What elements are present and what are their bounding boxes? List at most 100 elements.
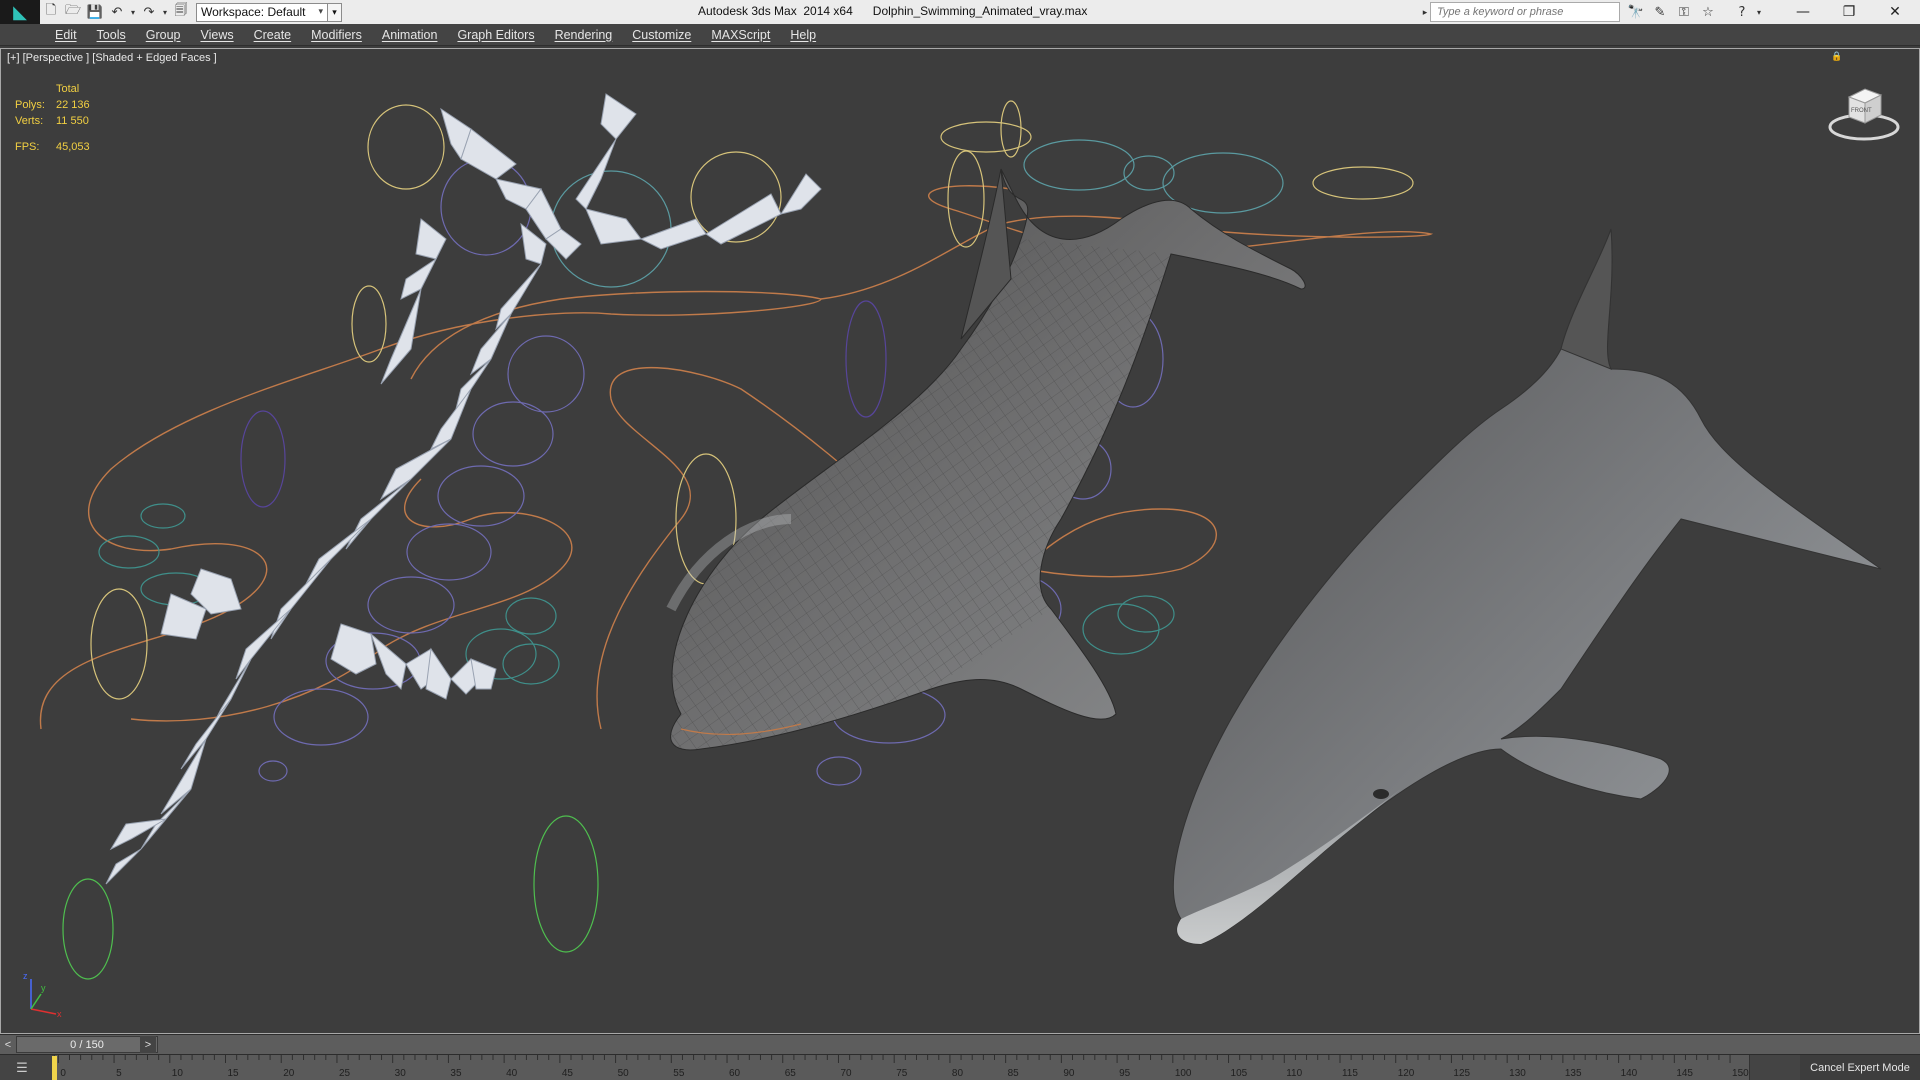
fps-label: FPS: xyxy=(15,141,40,153)
app-logo-icon[interactable]: ◣ xyxy=(0,0,40,24)
workspace-label: Workspace: Default xyxy=(201,5,306,19)
favorites-star-icon[interactable]: ☆ xyxy=(1696,2,1720,22)
undo-dropdown-icon[interactable]: ▾ xyxy=(128,2,138,22)
key-icon[interactable]: ⚿ xyxy=(1672,2,1696,22)
workspace-dropdown[interactable]: Workspace: Default ▾ xyxy=(196,2,328,22)
new-file-icon[interactable]: 🗋 xyxy=(40,2,62,22)
time-slider-label: 0 / 150 xyxy=(70,1038,104,1051)
ruler-tick-label: 35 xyxy=(450,1068,462,1079)
axis-y-label: y xyxy=(41,983,46,993)
file-name: Dolphin_Swimming_Animated_vray.max xyxy=(872,4,1088,18)
menu-modifiers[interactable]: Modifiers xyxy=(311,28,362,42)
ruler-tick-label: 0 xyxy=(60,1068,66,1079)
menu-views[interactable]: Views xyxy=(200,28,233,42)
perspective-viewport[interactable]: z y x [+] [Perspective ] [Shaded + Edged… xyxy=(0,48,1920,1034)
ruler-tick-label: 80 xyxy=(952,1068,964,1079)
communication-center-icon[interactable]: ✎ xyxy=(1648,2,1672,22)
time-slider-thumb[interactable]: 0 / 150 xyxy=(16,1036,158,1053)
ruler-tick-label: 70 xyxy=(840,1068,852,1079)
chevron-down-icon: ▾ xyxy=(318,5,323,16)
ruler-tick-label: 125 xyxy=(1453,1068,1470,1079)
axis-x-label: x xyxy=(57,1009,62,1019)
ruler-tick-label: 110 xyxy=(1286,1068,1302,1079)
app-title: Autodesk 3ds Max 2014 x64 xyxy=(698,4,853,18)
verts-label: Verts: xyxy=(15,115,44,127)
time-slider[interactable]: < 0 / 150 > xyxy=(0,1034,1920,1054)
cancel-expert-mode-button[interactable]: Cancel Expert Mode xyxy=(1800,1055,1920,1080)
menu-maxscript[interactable]: MAXScript xyxy=(711,28,770,42)
title-bar: ◣ 🗋 🗁 💾 ↶ ▾ ↷ ▾ 🗐 Workspace: Default ▾ ▾… xyxy=(0,0,1920,24)
redo-dropdown-icon[interactable]: ▾ xyxy=(160,2,170,22)
menu-edit[interactable]: Edit xyxy=(55,28,77,42)
search-expand-icon[interactable]: ▸ xyxy=(1420,2,1430,22)
menu-help[interactable]: Help xyxy=(790,28,816,42)
menu-rendering[interactable]: Rendering xyxy=(555,28,613,42)
menu-tools[interactable]: Tools xyxy=(97,28,126,42)
menu-graph-editors[interactable]: Graph Editors xyxy=(457,28,534,42)
viewcube[interactable]: FRONT xyxy=(1827,79,1901,143)
axis-z-label: z xyxy=(23,971,28,981)
undo-icon[interactable]: ↶ xyxy=(106,2,128,22)
frame-ruler[interactable]: 0 5 10 15 20 25 30 35 40 45 50 55 60 65 70 75 80 85 90 95 10… xyxy=(54,1055,1750,1080)
binoculars-icon[interactable]: 🔭 xyxy=(1624,2,1648,22)
quick-access-menu-button[interactable]: ▾ xyxy=(328,2,342,22)
open-file-icon[interactable]: 🗁 xyxy=(62,2,84,22)
bone-rig[interactable] xyxy=(105,93,822,885)
window-title: Autodesk 3ds Max 2014 x64 Dolphin_Swimmi… xyxy=(698,4,1087,18)
ruler-tick-label: 65 xyxy=(785,1068,797,1079)
save-icon[interactable]: 💾 xyxy=(84,2,106,22)
project-folder-icon[interactable]: 🗐 xyxy=(170,2,192,22)
restore-button[interactable]: ❐ xyxy=(1826,0,1872,24)
ruler-tick-label: 20 xyxy=(283,1068,295,1079)
redo-icon[interactable]: ↷ xyxy=(138,2,160,22)
ruler-tick-label: 40 xyxy=(506,1068,518,1079)
ruler-tick-label: 150 xyxy=(1732,1068,1749,1079)
ruler-tick-label: 10 xyxy=(172,1068,184,1079)
ruler-tick-label: 55 xyxy=(673,1068,685,1079)
ruler-tick-label: 85 xyxy=(1008,1068,1020,1079)
menu-bar: Edit Tools Group Views Create Modifiers … xyxy=(0,24,1920,46)
menu-customize[interactable]: Customize xyxy=(632,28,691,42)
ruler-tick-label: 100 xyxy=(1175,1068,1192,1079)
ruler-tick-label: 25 xyxy=(339,1068,351,1079)
fps-value: 45,053 xyxy=(56,141,90,153)
ruler-tick-label: 15 xyxy=(228,1068,240,1079)
ruler-tick-label: 75 xyxy=(896,1068,908,1079)
viewport-statistics: Total Polys: 22 136 Verts: 11 550 FPS: 45,0… xyxy=(15,81,90,155)
help-icon[interactable]: ? xyxy=(1730,2,1754,22)
viewport-label-menu[interactable]: [+] [Perspective ] [Shaded + Edged Faces… xyxy=(7,52,217,64)
ruler-tick-label: 60 xyxy=(729,1068,741,1079)
ruler-tick-label: 140 xyxy=(1621,1068,1638,1079)
ruler-tick-label: 45 xyxy=(562,1068,574,1079)
ruler-tick-label: 105 xyxy=(1231,1068,1248,1079)
track-bar: ☰ 0 5 10 15 20 25 30 35 40 45 50 55 60 65 70 75 80 85 90 95… xyxy=(0,1054,1920,1080)
world-axis-tripod: z y x xyxy=(23,971,62,1019)
next-frame-icon[interactable]: > xyxy=(140,1036,156,1053)
stats-header: Total xyxy=(56,83,80,95)
menu-animation[interactable]: Animation xyxy=(382,28,438,42)
mini-curve-editor-icon[interactable]: ☰ xyxy=(4,1057,40,1079)
ruler-tick-label: 90 xyxy=(1063,1068,1075,1079)
ruler-tick-label: 95 xyxy=(1119,1068,1131,1079)
current-frame-marker[interactable] xyxy=(52,1056,57,1080)
polys-label: Polys: xyxy=(15,99,45,111)
viewcube-front-label: FRONT xyxy=(1851,108,1872,114)
close-button[interactable]: ✕ xyxy=(1872,0,1918,24)
ruler-tick-label: 30 xyxy=(395,1068,407,1079)
dolphin-wireframe-model[interactable] xyxy=(666,168,1306,751)
help-dropdown-icon[interactable]: ▾ xyxy=(1754,2,1764,22)
scene-canvas[interactable]: z y x xyxy=(1,49,1920,1034)
search-input[interactable] xyxy=(1430,2,1620,22)
verts-value: 11 550 xyxy=(56,115,89,127)
ruler-tick-label: 120 xyxy=(1398,1068,1415,1079)
polys-value: 22 136 xyxy=(56,99,90,111)
dolphin-textured-model[interactable] xyxy=(1172,228,1882,945)
ruler-tick-label: 145 xyxy=(1676,1068,1693,1079)
infocenter-toolbar: ▸ 🔭 ✎ ⚿ ☆ ? ▾ xyxy=(1420,2,1764,22)
minimize-button[interactable]: — xyxy=(1780,0,1826,24)
ruler-tick-label: 5 xyxy=(116,1068,122,1079)
menu-create[interactable]: Create xyxy=(254,28,292,42)
menu-group[interactable]: Group xyxy=(146,28,181,42)
prev-frame-icon[interactable]: < xyxy=(0,1035,16,1054)
lock-icon[interactable]: 🔒 xyxy=(1831,51,1842,61)
